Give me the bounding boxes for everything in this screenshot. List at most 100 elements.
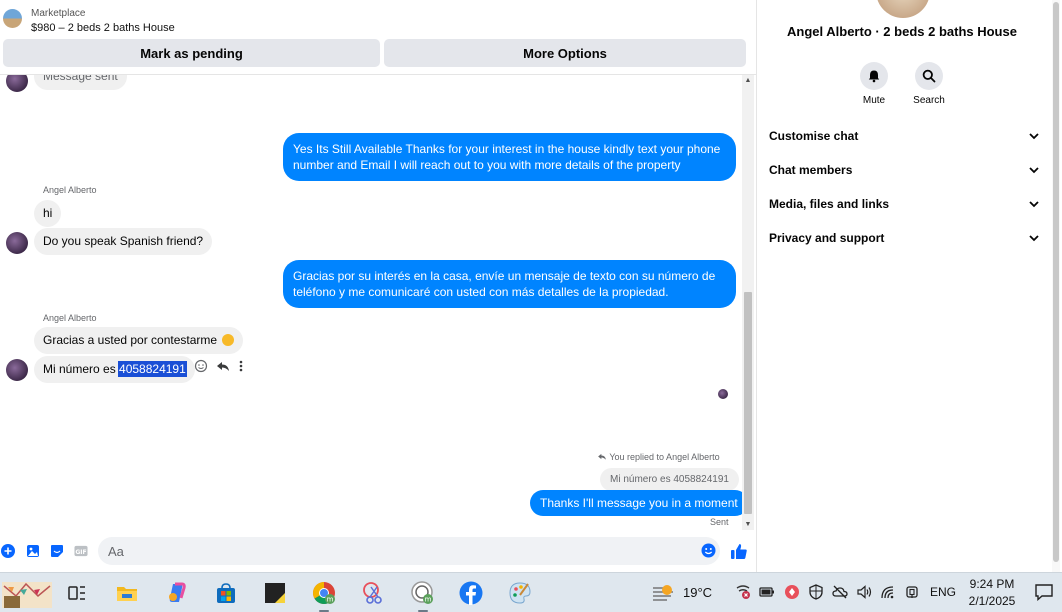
scroll-thumb[interactable] [744,292,752,514]
sender-name: Angel Alberto [43,185,97,195]
antivirus-icon[interactable] [784,584,800,600]
emoji-icon[interactable] [701,543,716,558]
message-scrollbar[interactable]: ▲ ▼ [742,75,754,530]
scroll-down-arrow-icon[interactable]: ▼ [742,521,754,528]
chat-info-sidebar: Angel Alberto · 2 beds 2 baths House Mut… [756,0,1062,572]
app-window: Marketplace $980 – 2 beds 2 baths House … [0,0,1062,612]
notifications-icon[interactable] [1034,582,1054,602]
avatar[interactable] [6,232,28,254]
plus-icon[interactable] [1,544,15,558]
svg-text:m: m [327,596,334,604]
copilot-icon[interactable] [163,579,191,607]
clock-date[interactable]: 2/1/2025 [960,594,1024,608]
outgoing-message[interactable]: Gracias por su interés en la casa, envíe… [283,260,736,308]
read-receipt-avatar [718,389,728,399]
more-actions-icon[interactable] [238,359,244,376]
selected-phone-number[interactable]: 4058824191 [118,361,187,377]
sidebar-item-label: Customise chat [769,129,859,143]
no-network-icon[interactable] [735,584,751,600]
search-label: Search [913,95,945,106]
scroll-up-arrow-icon[interactable]: ▲ [742,77,754,84]
incoming-message[interactable]: hi [34,200,62,227]
weather-temperature[interactable]: 19°C [683,585,712,600]
sidebar-item-privacy-support[interactable]: Privacy and support [769,227,1039,249]
message-text: Mi número es [43,362,120,376]
chat-pane: Marketplace $980 – 2 beds 2 baths House … [0,0,756,572]
contact-title: Angel Alberto · 2 beds 2 baths House [787,24,1017,39]
svg-text:m: m [425,596,432,604]
sidebar-item-label: Chat members [769,163,853,177]
sidebar-item-customise-chat[interactable]: Customise chat [769,125,1039,147]
react-icon[interactable] [194,359,208,376]
chevron-down-icon [1029,163,1039,177]
bell-icon[interactable] [860,62,888,90]
sent-status: Sent [710,517,729,527]
message-list: Message sent Yes Its Still Available Tha… [0,75,742,530]
security-shield-icon[interactable] [808,584,824,600]
facebook-icon[interactable] [457,579,485,607]
input-language[interactable]: ENG [930,585,956,599]
replied-label: You replied to Angel Alberto [597,452,720,462]
chat-header: Marketplace $980 – 2 beds 2 baths House [0,0,756,38]
smile-emoji-icon [222,334,235,346]
message-actions [194,359,244,376]
cloud-offline-icon[interactable] [832,584,848,600]
sidebar-item-label: Privacy and support [769,231,885,245]
search-icon[interactable] [915,62,943,90]
chevron-down-icon [1029,129,1039,143]
outgoing-message[interactable]: Yes Its Still Available Thanks for your … [283,133,736,181]
outgoing-message[interactable]: Thanks I'll message you in a moment [530,490,742,516]
replied-label-text: You replied to Angel Alberto [609,452,720,462]
gif-icon[interactable]: GIF [74,544,88,558]
contact-avatar[interactable] [876,0,930,18]
chrome-icon[interactable]: m [310,579,338,612]
clock-time[interactable]: 9:24 PM [960,577,1024,591]
mark-as-pending-button[interactable]: Mark as pending [3,39,380,67]
incoming-message[interactable]: Do you speak Spanish friend? [34,228,213,255]
more-options-button[interactable]: More Options [384,39,746,67]
power-plug-icon[interactable] [904,584,920,600]
sidebar-item-label: Media, files and links [769,197,890,211]
file-explorer-icon[interactable] [113,579,141,607]
task-view-icon[interactable] [63,579,91,607]
truncated-message: Message sent [34,75,127,90]
incoming-message[interactable]: Mi número es 4058824191 [34,356,195,383]
wifi-icon[interactable] [880,584,896,600]
like-icon[interactable] [730,542,748,560]
composer: GIF [0,536,756,566]
photo-icon[interactable] [26,544,40,558]
quoted-message[interactable]: Mi número es 4058824191 [600,468,739,491]
reply-indicator-icon [597,452,609,462]
avatar[interactable] [6,75,28,92]
sidebar-item-media-files-links[interactable]: Media, files and links [769,193,1039,215]
windows-taskbar: m m 19°C ENG 9:24 PM 2/1/2025 [0,572,1062,612]
reply-icon[interactable] [216,359,230,376]
listing-title[interactable]: $980 – 2 beds 2 baths House [31,22,175,34]
widgets-thumbnail-icon[interactable] [2,579,52,608]
volume-icon[interactable] [856,584,872,600]
chevron-down-icon [1029,231,1039,245]
message-text: Gracias a usted por contestarme [43,333,218,347]
battery-icon[interactable] [759,584,775,600]
sticky-notes-icon[interactable] [261,579,289,607]
mute-label: Mute [862,95,886,106]
sticker-icon[interactable] [50,544,64,558]
weather-icon[interactable] [651,584,675,601]
chevron-down-icon [1029,197,1039,211]
paint-icon[interactable] [506,579,534,607]
microsoft-store-icon[interactable] [212,579,240,607]
svg-text:GIF: GIF [75,549,86,556]
avatar[interactable] [6,359,28,381]
message-input[interactable] [98,537,720,565]
search-action[interactable]: Search [904,62,954,106]
sender-name: Angel Alberto [43,313,97,323]
sidebar-scroll-thumb[interactable] [1053,2,1059,562]
snipping-tool-icon[interactable] [360,579,388,607]
marketplace-label: Marketplace [31,8,86,19]
incoming-message[interactable]: Gracias a usted por contestarme [34,327,244,354]
listing-thumbnail[interactable] [3,9,22,28]
mute-action[interactable]: Mute [849,62,899,106]
sidebar-item-chat-members[interactable]: Chat members [769,159,1039,181]
chrome-profile-icon[interactable]: m [409,579,437,612]
sidebar-scrollbar[interactable] [1052,0,1060,572]
